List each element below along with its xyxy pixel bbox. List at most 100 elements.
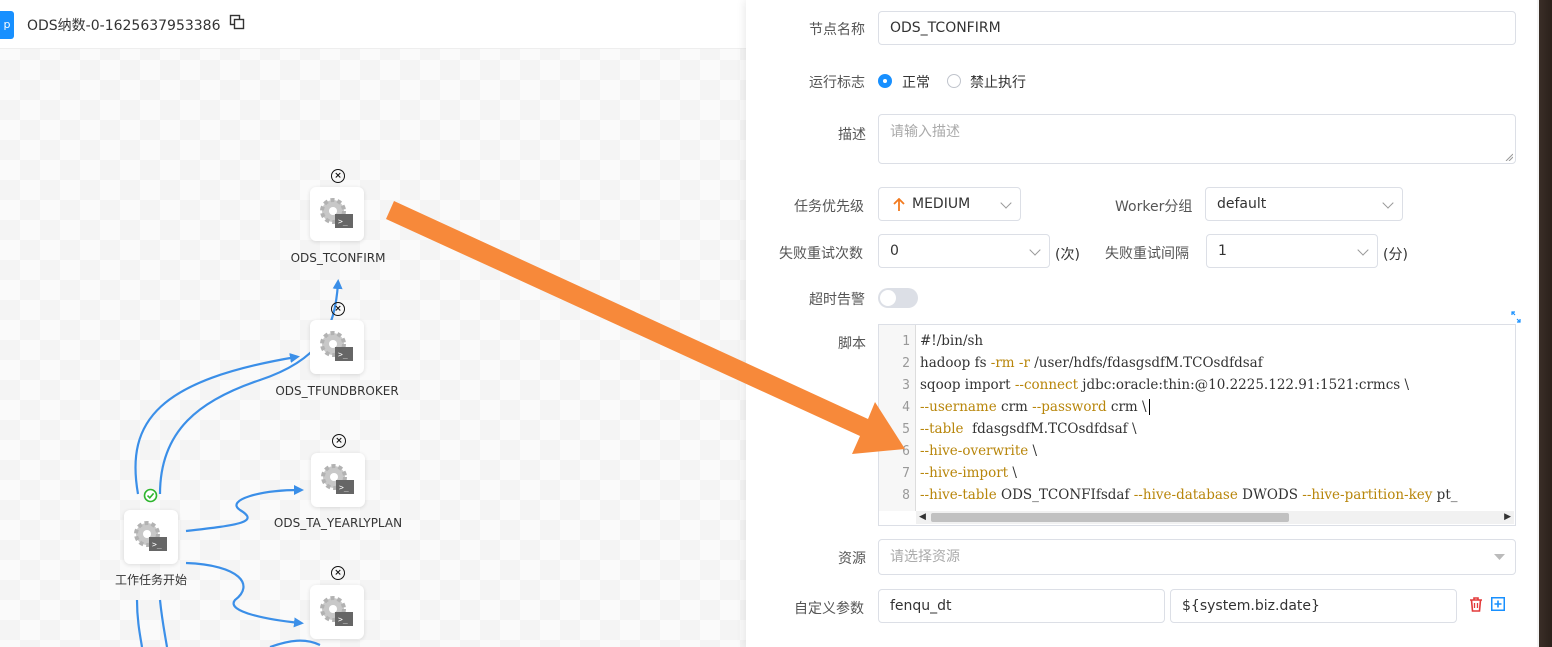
run-flag-forbid-radio[interactable]	[947, 74, 961, 88]
run-flag-normal-radio[interactable]	[878, 74, 892, 88]
description-placeholder: 请输入描述	[890, 124, 960, 140]
retry-times-select[interactable]: 0	[878, 234, 1050, 268]
retry-times-unit: (次)	[1055, 247, 1080, 263]
code-line[interactable]: --table fdasgsdfM.TCOsdfdsaf \	[920, 421, 1137, 437]
dag-edges	[134, 279, 343, 647]
custom-param-key-input[interactable]: fenqu_dt	[878, 589, 1165, 623]
retry-interval-label: 失败重试间隔	[1105, 246, 1189, 262]
run-flag-normal-text[interactable]: 正常	[902, 72, 930, 92]
code-line[interactable]: --hive-table ODS_TCONFIfsdaf --hive-data…	[920, 487, 1458, 503]
timeout-alarm-toggle[interactable]	[878, 288, 918, 308]
code-line[interactable]: --hive-import \	[920, 465, 1017, 481]
scroll-right-icon[interactable]: ▶	[1504, 512, 1511, 522]
delete-icon[interactable]	[1469, 597, 1483, 612]
script-label: 脚本	[838, 336, 866, 352]
code-option-token: --hive-database	[1133, 487, 1238, 503]
priority-select[interactable]: MEDIUM	[878, 187, 1021, 221]
retry-interval-value: 1	[1218, 243, 1227, 259]
description-label: 描述	[838, 127, 866, 143]
priority-label: 任务优先级	[794, 199, 864, 215]
scroll-left-icon[interactable]: ◀	[919, 512, 926, 522]
svg-text:>_: >_	[338, 350, 348, 359]
run-flag-label: 运行标志	[809, 75, 865, 91]
check-circle-icon	[143, 488, 158, 503]
worker-group-label: Worker分组	[1115, 199, 1193, 215]
shell-task-icon: >_	[134, 521, 167, 551]
description-textarea[interactable]: 请输入描述	[878, 114, 1516, 164]
code-token: fdasgsdfM.TCOsdfdsaf \	[963, 421, 1137, 437]
chevron-down-icon	[1357, 244, 1369, 256]
priority-value: MEDIUM	[912, 196, 971, 212]
code-token: ODS_TCONFIfsdaf	[996, 487, 1134, 503]
retry-interval-unit: (分)	[1383, 247, 1408, 263]
shell-task-icon: >_	[320, 331, 353, 361]
line-number: 8	[902, 488, 910, 503]
code-line[interactable]: hadoop fs -rm -r /user/hdfs/fdasgsdfM.TC…	[920, 355, 1263, 371]
code-token: /user/hdfs/fdasgsdfM.TCOsdfdsaf	[1029, 355, 1263, 371]
close-circle-icon[interactable]: ×	[332, 434, 346, 448]
code-line[interactable]: #!/bin/sh	[920, 333, 983, 349]
resource-label: 资源	[838, 551, 866, 567]
arrow-up-icon	[893, 198, 905, 211]
chevron-down-icon	[1382, 197, 1394, 209]
code-token: sqoop import	[920, 377, 1015, 393]
close-circle-icon[interactable]: ×	[331, 566, 345, 580]
svg-text:>_: >_	[339, 483, 349, 492]
retry-interval-select[interactable]: 1	[1206, 234, 1378, 268]
horizontal-scrollbar[interactable]: ◀ ▶	[916, 511, 1514, 524]
code-option-token: --hive-import	[920, 465, 1009, 481]
svg-text:>_: >_	[338, 615, 348, 624]
code-option-token: --hive-overwrite	[920, 443, 1029, 459]
retry-times-label: 失败重试次数	[779, 246, 863, 262]
scrollbar-thumb[interactable]	[931, 513, 1289, 522]
code-token: crm \	[1106, 399, 1147, 415]
retry-times-value: 0	[890, 243, 899, 259]
code-token: crm	[996, 399, 1033, 415]
code-line[interactable]: --hive-overwrite \	[920, 443, 1037, 459]
add-icon[interactable]	[1491, 597, 1505, 611]
code-token: \	[1028, 443, 1038, 459]
node-label: ODS_TFUNDBROKER	[275, 384, 399, 398]
shell-task-icon: >_	[320, 198, 353, 228]
custom-param-value-input[interactable]: ${system.biz.date}	[1170, 589, 1457, 623]
svg-text:>_: >_	[338, 217, 348, 226]
chevron-down-icon	[1000, 197, 1012, 209]
code-option-token: --username	[920, 399, 997, 415]
line-number: 2	[902, 356, 910, 371]
script-editor[interactable]: 1 2 3 4 5 6 7 8 #!/bin/sh hadoop fs -rm -r /user…	[878, 324, 1516, 526]
close-circle-icon[interactable]: ×	[331, 169, 345, 183]
code-line[interactable]: --username crm --password crm \	[920, 399, 1150, 415]
chevron-down-icon	[1029, 244, 1041, 256]
chevron-down-icon	[1494, 554, 1505, 560]
worker-group-select[interactable]: default	[1205, 187, 1403, 221]
resource-select[interactable]: 请选择资源	[878, 539, 1516, 575]
resize-handle-icon[interactable]	[1505, 153, 1513, 161]
run-flag-forbid-text[interactable]: 禁止执行	[970, 72, 1026, 92]
node-label: 工作任务开始	[114, 573, 188, 587]
expand-icon[interactable]	[1511, 311, 1521, 323]
code-option-token: --connect	[1014, 377, 1079, 393]
code-option-token: --hive-partition-key	[1302, 487, 1433, 503]
timeout-alarm-label: 超时告警	[809, 292, 865, 308]
line-number: 4	[902, 400, 910, 415]
edge-start-tfundbroker	[134, 353, 300, 495]
edge-down-3	[269, 639, 321, 647]
resource-placeholder: 请选择资源	[890, 549, 960, 565]
code-option-token: --table	[920, 421, 964, 437]
code-line[interactable]: sqoop import --connect jdbc:oracle:thin:…	[920, 377, 1409, 393]
dag-canvas[interactable]: p ODS纳数-0-1625637953386 × >_ ODS_TCONFIR…	[0, 0, 746, 647]
shell-task-icon: >_	[321, 464, 354, 494]
line-number: 1	[902, 334, 910, 349]
line-number: 7	[902, 466, 910, 481]
edge-down-1	[135, 599, 144, 647]
code-token: \	[1008, 465, 1017, 481]
node-name-input[interactable]: ODS_TCONFIRM	[878, 11, 1516, 45]
close-circle-icon[interactable]: ×	[331, 302, 345, 316]
edge-start-unnamed	[185, 561, 304, 628]
code-option-token: --password	[1032, 399, 1107, 415]
text-cursor	[1148, 399, 1150, 415]
worker-group-value: default	[1217, 196, 1267, 212]
svg-text:>_: >_	[152, 540, 162, 549]
line-number: 5	[902, 422, 910, 437]
line-gutter: 1 2 3 4 5 6 7 8	[879, 325, 916, 511]
